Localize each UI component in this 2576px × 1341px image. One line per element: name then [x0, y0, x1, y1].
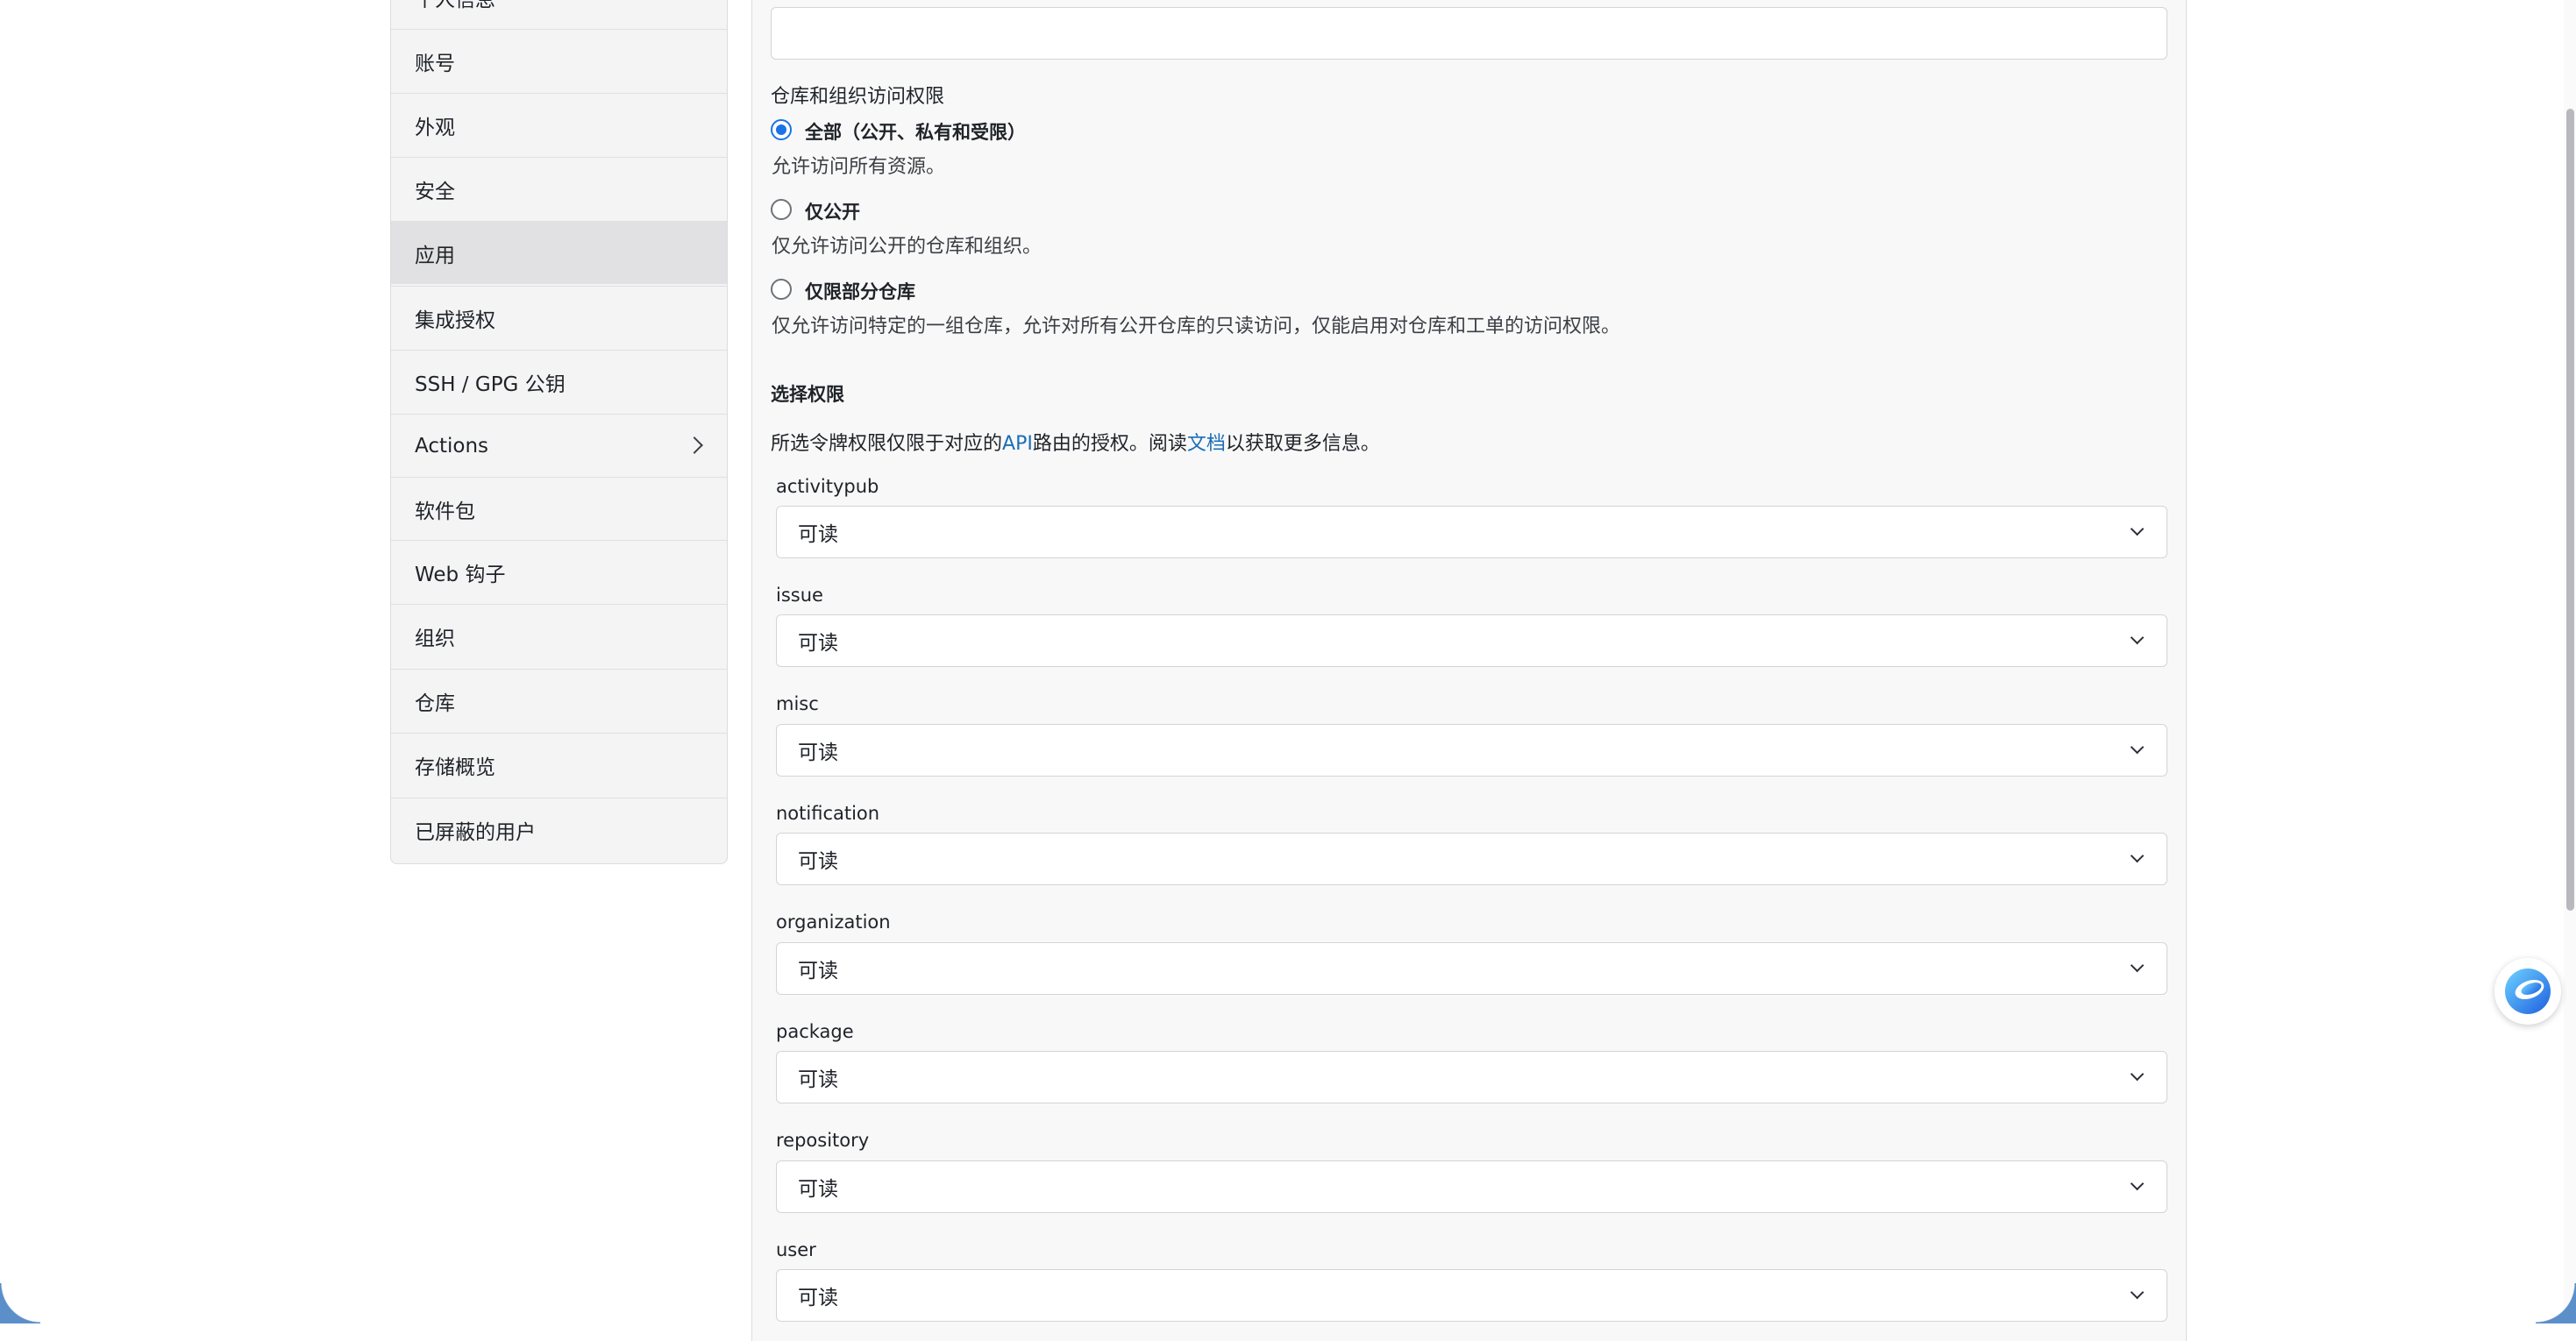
sidebar-item-label: 仓库 — [415, 686, 455, 716]
perm-label-repository: repository — [776, 1130, 869, 1151]
perm-select-package[interactable]: 可读 — [776, 1051, 2167, 1103]
access-heading: 仓库和组织访问权限 — [771, 81, 944, 109]
perm-select-misc[interactable]: 可读 — [776, 724, 2167, 777]
sidebar-item-account[interactable]: 账号 — [391, 29, 727, 92]
sidebar-item-blocked-users[interactable]: 已屏蔽的用户 — [391, 798, 727, 861]
docs-link[interactable]: 文档 — [1187, 433, 1226, 455]
perm-label-misc: misc — [776, 693, 819, 714]
radio-selected-repos[interactable] — [771, 279, 792, 300]
chevron-down-icon — [2131, 959, 2145, 973]
sidebar-item-repositories[interactable]: 仓库 — [391, 669, 727, 732]
sidebar-item-label: Actions — [415, 435, 488, 458]
chevron-down-icon — [2131, 1068, 2145, 1082]
radio-public-desc: 仅允许访问公开的仓库和组织。 — [772, 231, 1042, 259]
api-link[interactable]: API — [1002, 433, 1033, 455]
assistant-icon — [2502, 966, 2553, 1017]
radio-all-label: 全部（公开、私有和受限） — [805, 118, 1026, 145]
sidebar-item-packages[interactable]: 软件包 — [391, 477, 727, 540]
sidebar-item-label: 存储概览 — [415, 750, 495, 780]
chevron-right-icon — [686, 436, 703, 454]
permissions-desc-prefix: 所选令牌权限仅限于对应的 — [771, 433, 1002, 455]
perm-select-user[interactable]: 可读 — [776, 1269, 2167, 1322]
perm-label-notification: notification — [776, 803, 879, 824]
chevron-down-icon — [2131, 522, 2145, 536]
select-value: 可读 — [798, 626, 838, 656]
sidebar-item-label: 个人信息 — [415, 0, 495, 12]
select-value: 可读 — [798, 954, 838, 983]
perm-select-notification[interactable]: 可读 — [776, 833, 2167, 885]
permissions-description: 所选令牌权限仅限于对应的API路由的授权。阅读文档以获取更多信息。 — [771, 428, 1380, 456]
sidebar-item-profile[interactable]: 个人信息 — [391, 0, 727, 29]
sidebar-item-ssh-gpg-keys[interactable]: SSH / GPG 公钥 — [391, 350, 727, 413]
sidebar-item-label: 集成授权 — [415, 303, 495, 333]
perm-label-user: user — [776, 1239, 816, 1260]
sidebar-item-integrations[interactable]: 集成授权 — [391, 286, 727, 349]
radio-public-only[interactable] — [771, 199, 792, 220]
sidebar-item-label: 已屏蔽的用户 — [415, 815, 536, 845]
window-corner-left — [0, 1283, 40, 1323]
token-name-input[interactable] — [771, 7, 2167, 60]
sidebar-item-applications[interactable]: 应用 — [391, 221, 727, 284]
select-value: 可读 — [798, 1062, 838, 1092]
sidebar-item-label: 账号 — [415, 46, 455, 76]
sidebar-item-appearance[interactable]: 外观 — [391, 93, 727, 156]
select-value: 可读 — [798, 517, 838, 547]
main-panel — [751, 0, 2187, 1341]
sidebar-item-label: 外观 — [415, 110, 455, 140]
select-value: 可读 — [798, 1172, 838, 1202]
permissions-desc-middle: 路由的授权。阅读 — [1033, 433, 1187, 455]
permissions-desc-suffix: 以获取更多信息。 — [1226, 433, 1380, 455]
sidebar-item-label: 应用 — [415, 238, 455, 268]
radio-public-label: 仅公开 — [805, 198, 860, 224]
window-corner-right — [2536, 1283, 2576, 1323]
sidebar-item-label: Web 钩子 — [415, 557, 505, 587]
perm-label-activitypub: activitypub — [776, 476, 879, 497]
chevron-down-icon — [2131, 849, 2145, 863]
sidebar-item-organizations[interactable]: 组织 — [391, 604, 727, 667]
perm-select-organization[interactable]: 可读 — [776, 942, 2167, 995]
sidebar-item-webhooks[interactable]: Web 钩子 — [391, 540, 727, 603]
page-scrollbar[interactable] — [2564, 0, 2576, 1323]
radio-all-access[interactable] — [771, 119, 792, 140]
select-value: 可读 — [798, 735, 838, 765]
perm-select-repository[interactable]: 可读 — [776, 1160, 2167, 1213]
perm-select-activitypub[interactable]: 可读 — [776, 506, 2167, 558]
sidebar-item-security[interactable]: 安全 — [391, 157, 727, 220]
sidebar-item-actions[interactable]: Actions — [391, 414, 727, 477]
settings-sidebar: 个人信息 账号 外观 安全 应用 集成授权 SSH / GPG 公钥 Actio… — [390, 0, 728, 864]
chevron-down-icon — [2131, 631, 2145, 645]
radio-selected-desc: 仅允许访问特定的一组仓库，允许对所有公开仓库的只读访问，仅能启用对仓库和工单的访… — [772, 310, 1620, 338]
perm-label-issue: issue — [776, 585, 823, 606]
chevron-down-icon — [2131, 1177, 2145, 1191]
select-value: 可读 — [798, 844, 838, 874]
sidebar-item-label: SSH / GPG 公钥 — [415, 367, 566, 397]
permissions-heading: 选择权限 — [771, 380, 844, 407]
chevron-down-icon — [2131, 1286, 2145, 1300]
sidebar-item-label: 安全 — [415, 174, 455, 204]
sidebar-item-storage-overview[interactable]: 存储概览 — [391, 733, 727, 796]
perm-label-package: package — [776, 1021, 854, 1042]
radio-selected-label: 仅限部分仓库 — [805, 278, 915, 304]
select-value: 可读 — [798, 1281, 838, 1310]
chevron-down-icon — [2131, 741, 2145, 755]
assistant-button[interactable] — [2494, 958, 2561, 1025]
perm-label-organization: organization — [776, 912, 891, 933]
perm-select-issue[interactable]: 可读 — [776, 614, 2167, 667]
sidebar-item-label: 软件包 — [415, 494, 475, 524]
sidebar-item-label: 组织 — [415, 621, 455, 651]
radio-all-desc: 允许访问所有资源。 — [772, 151, 945, 179]
scrollbar-thumb[interactable] — [2566, 109, 2574, 911]
